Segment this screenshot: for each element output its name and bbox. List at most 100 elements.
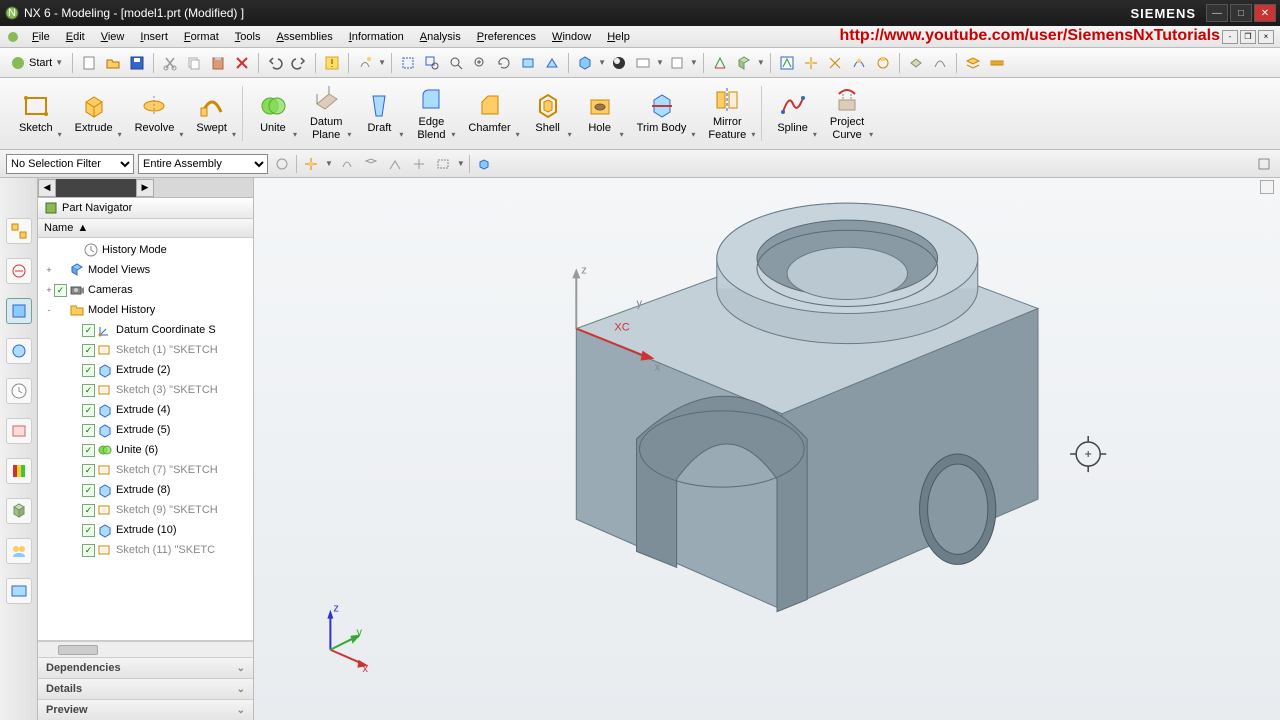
checkbox-icon[interactable]: ✓ — [82, 464, 95, 477]
mdi-close-button[interactable]: × — [1258, 30, 1274, 44]
checkbox-icon[interactable]: ✓ — [82, 384, 95, 397]
checkbox-icon[interactable]: ✓ — [54, 284, 67, 297]
zoom-button[interactable] — [445, 52, 467, 74]
checkbox-icon[interactable]: ✓ — [82, 524, 95, 537]
spline-button[interactable]: Spline — [766, 80, 819, 147]
snap-curve-button[interactable] — [848, 52, 870, 74]
blend-button[interactable]: EdgeBlend — [405, 80, 457, 147]
tree-node[interactable]: ✓Extrude (2) — [38, 360, 253, 380]
datum-button[interactable]: DatumPlane — [299, 80, 353, 147]
section-details[interactable]: Details⌄ — [38, 678, 253, 699]
checkbox-icon[interactable]: ✓ — [82, 504, 95, 517]
copy-button[interactable] — [183, 52, 205, 74]
section-preview[interactable]: Preview⌄ — [38, 699, 253, 720]
delete-button[interactable] — [231, 52, 253, 74]
menu-insert[interactable]: Insert — [132, 29, 176, 45]
sel-snap-button[interactable] — [301, 154, 321, 174]
maximize-button[interactable]: □ — [1230, 4, 1252, 22]
constraint-navigator-tab[interactable] — [6, 258, 32, 284]
extrude-button[interactable]: Extrude — [64, 80, 124, 147]
revolve-button[interactable]: Revolve — [124, 80, 186, 147]
selection-scope-dropdown[interactable]: Entire Assembly — [138, 154, 268, 174]
trim-button[interactable]: Trim Body — [626, 80, 698, 147]
tree-node[interactable]: ✓Unite (6) — [38, 440, 253, 460]
sel-rect-button[interactable] — [433, 154, 453, 174]
visual-tab[interactable] — [6, 458, 32, 484]
history-tab[interactable] — [6, 378, 32, 404]
tree-node[interactable]: ✓Sketch (9) "SKETCH — [38, 500, 253, 520]
redo-button[interactable] — [288, 52, 310, 74]
checkbox-icon[interactable]: ✓ — [82, 424, 95, 437]
wireframe-button[interactable] — [632, 52, 654, 74]
assembly-navigator-tab[interactable] — [6, 218, 32, 244]
undo-button[interactable] — [264, 52, 286, 74]
selection-filter-dropdown[interactable]: No Selection Filter — [6, 154, 134, 174]
reuse-library-tab[interactable] — [6, 338, 32, 364]
navigator-tab[interactable] — [56, 179, 136, 197]
rotate-button[interactable] — [493, 52, 515, 74]
tree-node[interactable]: ✓Extrude (10) — [38, 520, 253, 540]
tab-scroll-right[interactable]: ▶ — [136, 179, 154, 197]
hole-button[interactable]: Hole — [574, 80, 626, 147]
checkbox-icon[interactable]: ✓ — [82, 484, 95, 497]
project-button[interactable]: ProjectCurve — [819, 80, 875, 147]
menu-help[interactable]: Help — [599, 29, 638, 45]
tree-scrollbar-x[interactable] — [38, 641, 253, 657]
fit-button[interactable] — [397, 52, 419, 74]
unite-button[interactable]: Unite — [247, 80, 299, 147]
menu-information[interactable]: Information — [341, 29, 412, 45]
hd3d-tab[interactable] — [6, 418, 32, 444]
ruler-button[interactable] — [986, 52, 1008, 74]
tree-node[interactable]: ✓Datum Coordinate S — [38, 320, 253, 340]
shaded-button[interactable] — [608, 52, 630, 74]
start-button[interactable]: Start ▼ — [6, 53, 67, 73]
menu-edit[interactable]: Edit — [58, 29, 93, 45]
expr-button[interactable] — [929, 52, 951, 74]
menu-analysis[interactable]: Analysis — [412, 29, 469, 45]
sel-btn-6[interactable] — [409, 154, 429, 174]
touch-button[interactable] — [354, 52, 376, 74]
tree-node[interactable]: History Mode — [38, 240, 253, 260]
tree-node[interactable]: ✓Extrude (8) — [38, 480, 253, 500]
wcs-button[interactable] — [709, 52, 731, 74]
sel-maximize-button[interactable] — [1254, 154, 1274, 174]
tree-node[interactable]: -Model History — [38, 300, 253, 320]
sel-btn-3[interactable] — [337, 154, 357, 174]
checkbox-icon[interactable]: ✓ — [82, 344, 95, 357]
sel-cube-button[interactable] — [474, 154, 494, 174]
tab-scroll-left[interactable]: ◀ — [38, 179, 56, 197]
checkbox-icon[interactable]: ✓ — [82, 324, 95, 337]
close-button[interactable]: ✕ — [1254, 4, 1276, 22]
navigator-column-header[interactable]: Name ▲ — [38, 219, 253, 238]
tree-node[interactable]: ✓Sketch (7) "SKETCH — [38, 460, 253, 480]
swept-button[interactable]: Swept — [185, 80, 238, 147]
sel-btn-4[interactable] — [361, 154, 381, 174]
menu-window[interactable]: Window — [544, 29, 599, 45]
layers-button[interactable] — [962, 52, 984, 74]
menu-format[interactable]: Format — [176, 29, 227, 45]
system-tab[interactable] — [6, 578, 32, 604]
snap-quad-button[interactable] — [872, 52, 894, 74]
orient-button[interactable] — [733, 52, 755, 74]
save-button[interactable] — [126, 52, 148, 74]
sketch-button[interactable]: Sketch — [8, 80, 64, 147]
menu-tools[interactable]: Tools — [227, 29, 269, 45]
new-button[interactable] — [78, 52, 100, 74]
browser-tab[interactable] — [6, 498, 32, 524]
cut-button[interactable] — [159, 52, 181, 74]
tree-node[interactable]: ✓Sketch (3) "SKETCH — [38, 380, 253, 400]
checkbox-icon[interactable]: ✓ — [82, 404, 95, 417]
minimize-button[interactable]: — — [1206, 4, 1228, 22]
graphics-viewport[interactable]: XC x y z z x y — [254, 178, 1280, 720]
pan-button[interactable] — [517, 52, 539, 74]
tree-node[interactable]: ✓Extrude (5) — [38, 420, 253, 440]
sel-btn-1[interactable] — [272, 154, 292, 174]
snap-point-button[interactable] — [800, 52, 822, 74]
checkbox-icon[interactable]: ✓ — [82, 444, 95, 457]
chamfer-button[interactable]: Chamfer — [457, 80, 521, 147]
menu-file[interactable]: File — [24, 29, 58, 45]
roles-tab[interactable] — [6, 538, 32, 564]
paste-button[interactable] — [207, 52, 229, 74]
sel-btn-5[interactable] — [385, 154, 405, 174]
snap-intersect-button[interactable] — [824, 52, 846, 74]
